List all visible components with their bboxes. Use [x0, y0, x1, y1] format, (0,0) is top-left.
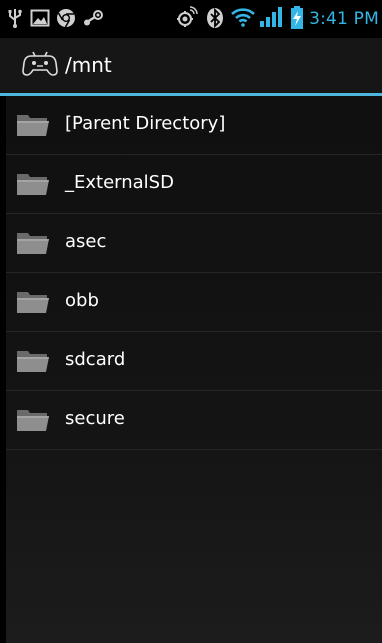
steam-icon — [82, 8, 104, 32]
folder-icon — [16, 349, 50, 377]
file-browser: [Parent Directory] _ExternalSD asec obb … — [6, 96, 382, 643]
image-notification-icon — [30, 8, 50, 32]
folder-icon — [16, 290, 50, 318]
screen: 3:41 PM /mnt [Parent Directory] _Externa… — [0, 0, 382, 643]
file-name: _ExternalSD — [65, 172, 174, 193]
file-list: [Parent Directory] _ExternalSD asec obb … — [6, 96, 382, 450]
folder-icon — [16, 231, 50, 259]
folder-icon — [16, 408, 50, 436]
status-clock: 3:41 PM — [309, 9, 379, 29]
list-item[interactable]: [Parent Directory] — [6, 96, 382, 155]
wifi-icon — [230, 6, 256, 32]
folder-icon — [16, 113, 50, 141]
list-item[interactable]: sdcard — [6, 332, 382, 391]
status-bar: 3:41 PM — [0, 0, 382, 38]
list-item[interactable]: obb — [6, 273, 382, 332]
file-name: secure — [65, 408, 125, 429]
action-bar: /mnt — [0, 38, 382, 93]
file-name: [Parent Directory] — [65, 113, 226, 134]
battery-charging-icon — [290, 6, 304, 34]
list-item[interactable]: _ExternalSD — [6, 155, 382, 214]
bluetooth-icon — [206, 7, 224, 33]
chrome-icon — [56, 8, 76, 32]
folder-icon — [16, 172, 50, 200]
file-name: sdcard — [65, 349, 126, 370]
usb-icon — [8, 8, 22, 32]
signal-icon — [259, 6, 283, 32]
current-path-title: /mnt — [65, 53, 112, 77]
file-name: obb — [65, 290, 99, 311]
gps-icon — [175, 5, 199, 33]
file-name: asec — [65, 231, 107, 252]
list-item[interactable]: secure — [6, 391, 382, 450]
gamepad-icon[interactable] — [22, 51, 58, 81]
list-item[interactable]: asec — [6, 214, 382, 273]
